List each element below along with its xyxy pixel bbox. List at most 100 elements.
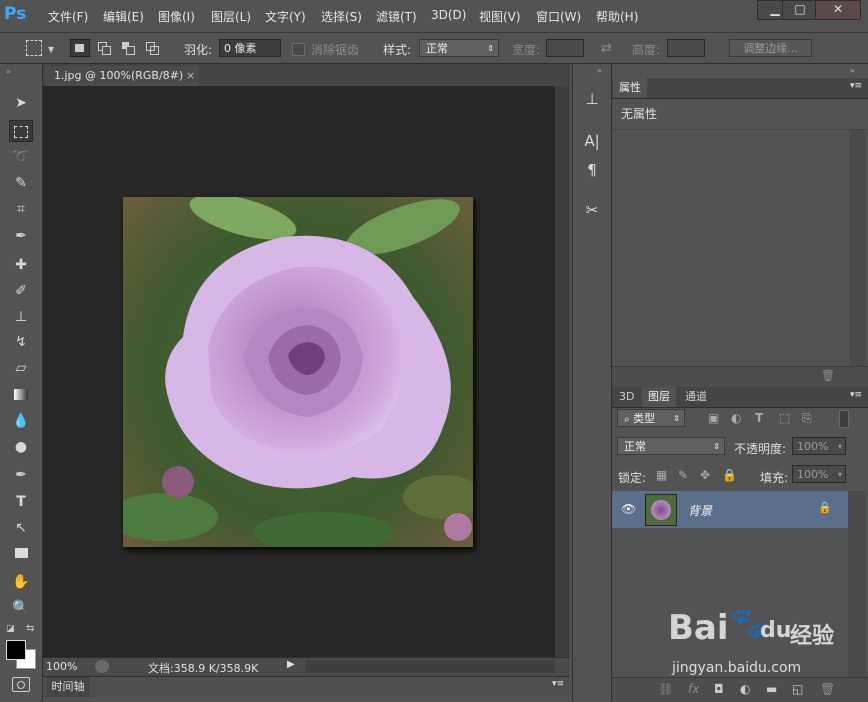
dock-collapse-icon[interactable]: »: [850, 66, 855, 75]
antialias-checkbox[interactable]: [292, 43, 305, 56]
filter-type-icon[interactable]: T: [755, 411, 763, 425]
lock-transparent-icon[interactable]: ▦: [656, 468, 667, 482]
menu-edit[interactable]: 编辑(E): [103, 8, 144, 25]
character-panel-icon[interactable]: A|: [580, 130, 604, 152]
menu-file[interactable]: 文件(F): [48, 8, 88, 25]
default-colors-icon[interactable]: ◪: [6, 624, 15, 634]
menu-3d[interactable]: 3D(D): [431, 8, 466, 22]
style-select[interactable]: 正常 ⇕: [419, 39, 499, 57]
timeline-menu-icon[interactable]: ▾≡: [552, 679, 564, 689]
move-tool-icon[interactable]: ➤: [9, 92, 33, 114]
blur-tool-icon[interactable]: 💧: [9, 410, 33, 432]
options-bar: ▼ 羽化: 0 像素 消除锯齿 样式: 正常 ⇕ 宽度: ⇄ 高度: 调整边缘.…: [0, 33, 868, 64]
opacity-input[interactable]: 100% ▾: [792, 437, 846, 455]
filter-shape-icon[interactable]: ⬚: [779, 411, 790, 425]
fill-input[interactable]: 100% ▾: [792, 465, 846, 483]
tab-properties[interactable]: 属性: [613, 78, 647, 98]
crop-tool-icon[interactable]: ⌗: [9, 198, 33, 220]
foreground-color-swatch[interactable]: [6, 640, 26, 660]
tab-channels[interactable]: 通道: [679, 387, 713, 407]
healing-brush-tool-icon[interactable]: ✚: [9, 254, 33, 276]
document-canvas[interactable]: [43, 86, 555, 657]
history-brush-tool-icon[interactable]: ↯: [9, 331, 33, 353]
zoom-tool-icon[interactable]: 🔍: [9, 597, 33, 619]
feather-label: 羽化:: [184, 43, 213, 57]
collapse-icon[interactable]: »: [6, 67, 11, 76]
pen-tool-icon[interactable]: ✒: [9, 464, 33, 486]
properties-scrollbar[interactable]: [850, 130, 866, 366]
lock-image-icon[interactable]: ✎: [678, 468, 688, 482]
refine-edge-button[interactable]: 调整边缘...: [729, 39, 812, 57]
canvas-vertical-scrollbar[interactable]: [555, 86, 570, 657]
layer-filter-select[interactable]: ⌕ 类型 ⇕: [617, 409, 685, 427]
paragraph-panel-icon[interactable]: ¶: [580, 159, 604, 181]
watermark-cn: 经验: [790, 624, 835, 649]
add-selection-icon[interactable]: [96, 40, 112, 56]
menu-window[interactable]: 窗口(W): [536, 8, 581, 25]
quick-mask-icon[interactable]: [12, 677, 30, 692]
menu-type[interactable]: 文字(Y): [265, 8, 306, 25]
layer-visibility-eye-icon[interactable]: 👁: [621, 502, 636, 516]
zoom-level[interactable]: 100%: [46, 660, 77, 673]
menu-image[interactable]: 图像(I): [158, 8, 195, 25]
marquee-tool-icon[interactable]: [26, 40, 42, 56]
clone-stamp-tool-icon[interactable]: ⊥: [9, 306, 33, 328]
tab-layers[interactable]: 图层: [642, 387, 676, 407]
gradient-tool-icon[interactable]: [9, 384, 33, 406]
properties-menu-icon[interactable]: ▾≡: [850, 81, 862, 91]
menu-view[interactable]: 视图(V): [479, 8, 521, 25]
filter-smart-icon[interactable]: ⎘: [802, 411, 812, 426]
maximize-button[interactable]: □: [782, 0, 818, 20]
document-tab[interactable]: 1.jpg @ 100%(RGB/8#) ×: [45, 66, 199, 86]
menu-filter[interactable]: 滤镜(T): [376, 8, 417, 25]
height-input[interactable]: [667, 39, 705, 57]
menu-bar: Ps 文件(F) 编辑(E) 图像(I) 图层(L) 文字(Y) 选择(S) 滤…: [0, 0, 868, 33]
quick-select-tool-icon[interactable]: ✎: [9, 172, 33, 194]
photoshop-logo: Ps: [4, 4, 27, 24]
brush-tool-icon[interactable]: ✐: [9, 280, 33, 302]
status-menu-arrow-icon[interactable]: ▶: [287, 659, 295, 670]
strip-collapse-icon[interactable]: «: [597, 66, 602, 75]
menu-layer[interactable]: 图层(L): [211, 8, 251, 25]
timeline-tab[interactable]: 时间轴: [46, 677, 90, 697]
menu-help[interactable]: 帮助(H): [596, 8, 638, 25]
filter-pixel-icon[interactable]: ▣: [708, 411, 719, 425]
status-info-icon[interactable]: [95, 660, 109, 673]
lasso-tool-icon[interactable]: ➰: [9, 146, 33, 168]
intersect-selection-icon[interactable]: [144, 40, 160, 56]
layers-menu-icon[interactable]: ▾≡: [850, 390, 862, 400]
tab-3d[interactable]: 3D: [613, 387, 640, 407]
hand-tool-icon[interactable]: ✋: [9, 571, 33, 593]
properties-body: [612, 130, 850, 366]
rect-marquee-tool-icon[interactable]: [9, 120, 33, 142]
lock-position-icon[interactable]: ✥: [700, 468, 710, 482]
menu-select[interactable]: 选择(S): [321, 8, 362, 25]
brush-presets-icon[interactable]: ✂: [580, 199, 604, 221]
canvas-horizontal-scrollbar[interactable]: [305, 660, 555, 673]
properties-trash-icon[interactable]: 🗑: [821, 369, 835, 382]
lock-all-icon[interactable]: 🔒: [722, 468, 737, 482]
swap-colors-icon[interactable]: ⇆: [26, 623, 34, 634]
filter-toggle[interactable]: [839, 410, 849, 428]
subtract-selection-icon[interactable]: [120, 40, 136, 56]
layer-row-background[interactable]: 👁 背景 🔒: [612, 491, 848, 528]
document-tab-close-icon[interactable]: ×: [186, 66, 195, 86]
eyedropper-tool-icon[interactable]: ✒: [9, 225, 33, 247]
filter-adjust-icon[interactable]: ◐: [731, 411, 741, 425]
type-tool-icon[interactable]: T: [9, 491, 33, 513]
rectangle-tool-icon[interactable]: [9, 543, 33, 565]
path-select-tool-icon[interactable]: ↖: [9, 517, 33, 539]
feather-input[interactable]: 0 像素: [219, 39, 281, 57]
blend-mode-select[interactable]: 正常 ⇕: [617, 437, 725, 455]
tool-preset-chevron-icon[interactable]: ▼: [48, 45, 54, 54]
close-button[interactable]: ✕: [815, 0, 861, 20]
watermark-brand-du: du: [760, 618, 792, 643]
document-info: 文档:358.9 K/358.9K: [148, 662, 259, 675]
new-selection-icon[interactable]: [70, 39, 90, 57]
swap-icon[interactable]: ⇄: [601, 41, 612, 56]
tool-presets-icon[interactable]: ⊥: [580, 88, 604, 110]
width-input[interactable]: [546, 39, 584, 57]
eraser-tool-icon[interactable]: ▱: [9, 357, 33, 379]
dodge-tool-icon[interactable]: ●: [9, 436, 33, 458]
layer-name[interactable]: 背景: [688, 502, 712, 519]
